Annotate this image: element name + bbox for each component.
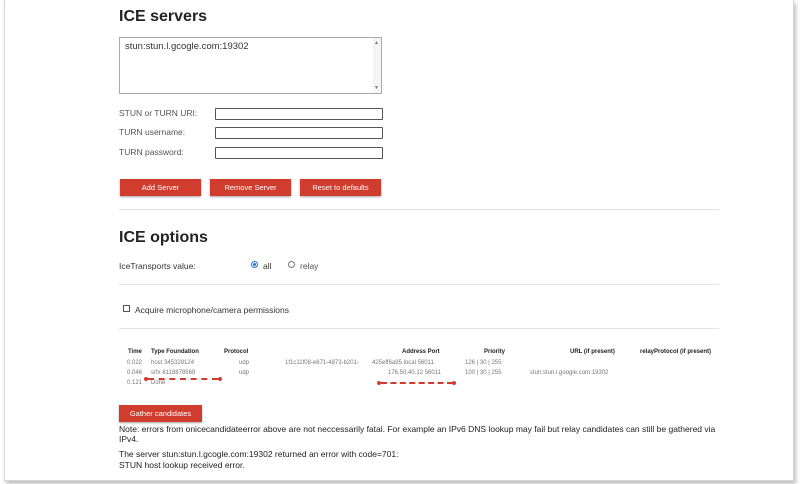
transport-all-label[interactable]: all	[263, 261, 272, 271]
server-error-text: The server stun:stun.l.gcogle.com:19302 …	[119, 449, 399, 459]
section-divider	[119, 328, 719, 329]
ice-options-heading: ICE options	[119, 229, 208, 246]
gather-candidates-button[interactable]: Gather candidates	[119, 405, 202, 422]
table-header-type-foundation: Type Foundation	[151, 349, 199, 355]
transport-relay-radio[interactable]	[288, 261, 295, 268]
annotation-dashed-underline	[381, 382, 453, 384]
table-cell-type-foundation: srfx 8118878569	[151, 370, 196, 376]
scroll-up-arrow-icon[interactable]: ▲	[374, 40, 379, 46]
ice-servers-heading: ICE servers	[119, 8, 208, 25]
turn-username-input[interactable]	[215, 127, 383, 139]
acquire-permissions-checkbox[interactable]	[123, 305, 130, 312]
annotation-dot	[218, 377, 222, 381]
table-cell-url: stun:stun.l.google.com:19302	[530, 370, 609, 376]
table-cell-priority: 100 | 30 | 255	[465, 370, 502, 376]
add-server-button[interactable]: Add Server	[120, 179, 201, 196]
table-header-protocol: Protocol	[224, 349, 249, 355]
table-cell-type-foundation: Done	[151, 380, 166, 386]
stun-turn-uri-label: STUN or TURN URI:	[119, 108, 198, 118]
table-cell-address-port: 176.50.40.12 56011	[388, 370, 441, 376]
turn-password-label: TURN password:	[119, 147, 184, 157]
annotation-dot	[452, 381, 456, 385]
remove-server-button[interactable]: Remove Server	[210, 179, 291, 196]
table-cell-priority: 126 | 30 | 255	[465, 360, 502, 366]
textarea-scrollbar[interactable]: ▲ ▼	[373, 38, 381, 93]
scroll-down-arrow-icon[interactable]: ▼	[374, 85, 379, 91]
ice-servers-textarea[interactable]: stun:stun.l.gcogle.com:19302 ▲ ▼	[119, 37, 382, 94]
reset-to-defaults-button[interactable]: Reset to defaults	[300, 179, 381, 196]
lookup-error-text: STUN host lookup received error.	[119, 460, 245, 470]
table-cell-time: 0.121	[127, 380, 143, 386]
annotation-dashed-underline	[148, 378, 218, 380]
table-cell-time: 0.046	[127, 370, 143, 376]
turn-password-input[interactable]	[215, 147, 383, 159]
table-cell-address-port: 425eff6a95.local 56011	[372, 360, 434, 366]
transport-all-radio[interactable]	[251, 261, 258, 268]
table-cell-protocol: udp	[239, 370, 250, 376]
table-header-time: Time	[128, 349, 142, 355]
table-cell-type-foundation: host 345328124	[151, 360, 195, 366]
table-cell-time: 0.022	[127, 360, 143, 366]
section-divider	[119, 209, 719, 210]
section-divider	[119, 284, 719, 285]
table-header-priority: Priority	[484, 349, 506, 355]
ice-transports-label: IceTransports value:	[119, 261, 196, 271]
table-header-relay-protocol: relayProtocol (if present)	[640, 349, 712, 355]
table-cell-component: 1f1c11f08-e671-4873-b201-	[285, 360, 359, 366]
note-text: Note: errors from onicecandidateerror ab…	[119, 424, 716, 444]
acquire-permissions-label[interactable]: Acquire microphone/camera permissions	[135, 305, 289, 315]
table-cell-protocol: udp	[239, 360, 250, 366]
ice-servers-textarea-value: stun:stun.l.gcogle.com:19302	[125, 41, 249, 52]
turn-username-label: TURN username:	[119, 127, 186, 137]
transport-relay-label[interactable]: relay	[300, 261, 318, 271]
table-header-address-port: Address Port	[402, 349, 440, 355]
stun-turn-uri-input[interactable]	[215, 108, 383, 120]
table-header-url: URL (if present)	[570, 349, 615, 355]
